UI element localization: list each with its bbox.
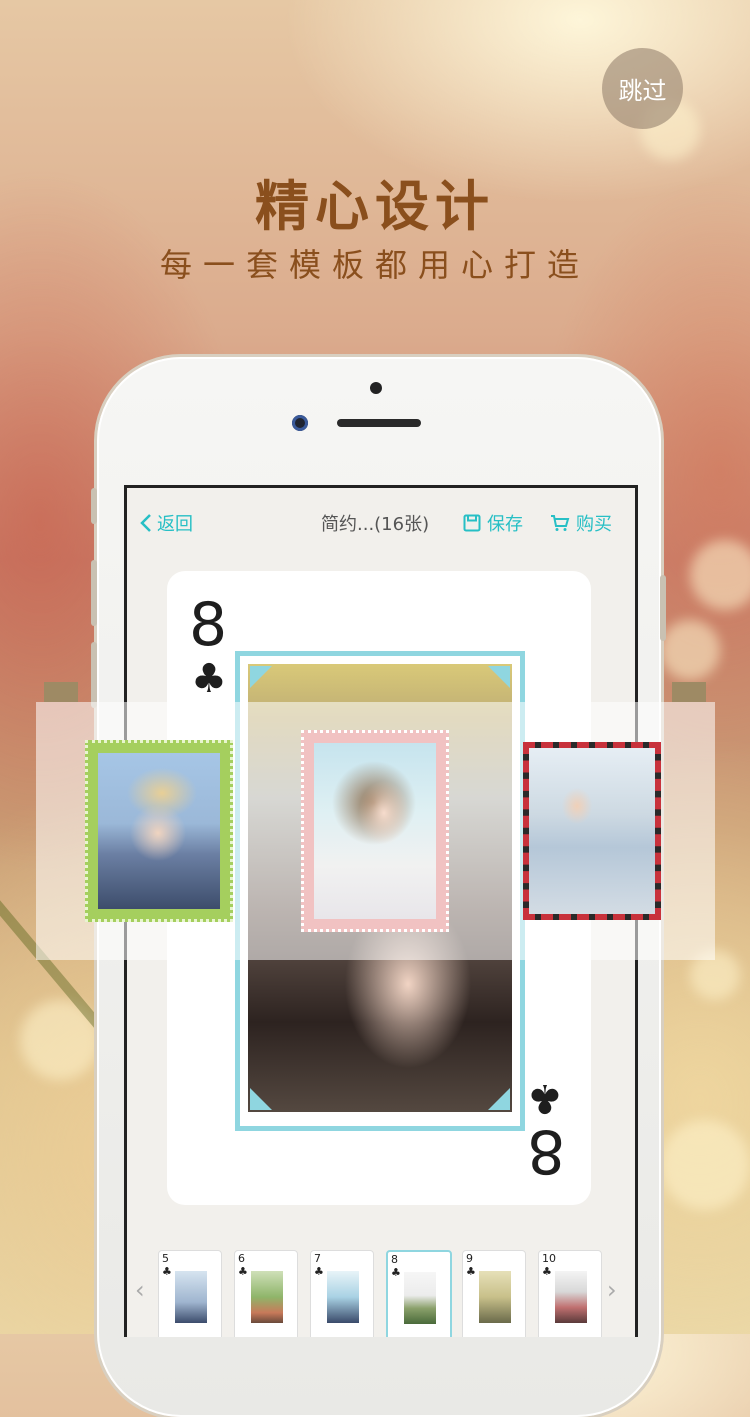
card-suit-bottom: ♣: [527, 1075, 563, 1121]
phone-camera: [370, 382, 382, 394]
save-button[interactable]: 保存: [463, 510, 523, 536]
chevron-left-icon[interactable]: ‹: [135, 1276, 145, 1304]
thumbnail-rank: 5: [162, 1252, 169, 1265]
bokeh-light: [660, 1120, 750, 1210]
thumbnail-suit: ♣: [391, 1266, 401, 1279]
buy-label: 购买: [576, 514, 612, 535]
card-thumbnail[interactable]: 6 ♣: [234, 1250, 298, 1337]
skip-button[interactable]: 跳过: [602, 48, 683, 129]
card-thumbnail[interactable]: 9 ♣: [462, 1250, 526, 1337]
template-title: 简约...(16张): [321, 514, 430, 535]
card-rank-bottom: 8: [527, 1116, 566, 1186]
thumbnail-suit: ♣: [314, 1265, 324, 1278]
headline: 精心设计: [255, 175, 495, 238]
buy-button[interactable]: 购买: [550, 510, 612, 536]
thumbnail-rank: 9: [466, 1252, 473, 1265]
thumbnail-suit: ♣: [466, 1265, 476, 1278]
app-navbar: 返回 简约...(16张) 保存 购买: [127, 488, 635, 558]
thumbnail-photo: [404, 1272, 436, 1324]
thumbnail-photo: [251, 1271, 283, 1323]
back-button[interactable]: 返回: [139, 510, 193, 536]
chevron-left-icon: [140, 514, 151, 532]
band-flap: [672, 682, 706, 702]
card-thumbnail[interactable]: 5 ♣: [158, 1250, 222, 1337]
thumbnail-photo: [175, 1271, 207, 1323]
card-thumbnail[interactable]: 8 ♣: [386, 1250, 452, 1337]
phone-volume-button: [91, 560, 97, 626]
thumbnail-photo: [555, 1271, 587, 1323]
thumbnail-rank: 6: [238, 1252, 245, 1265]
thumbnail-rank: 7: [314, 1252, 321, 1265]
floppy-icon: [463, 514, 481, 532]
thumbnail-rank: 10: [542, 1252, 556, 1265]
card-thumbnail[interactable]: 7 ♣: [310, 1250, 374, 1337]
phone-front-sensor: [292, 415, 308, 431]
cart-icon: [551, 515, 570, 531]
frame-option-airmail[interactable]: [523, 742, 661, 920]
card-thumbnail[interactable]: 10 ♣: [538, 1250, 602, 1337]
card-rank-top: 8: [189, 590, 228, 660]
save-label: 保存: [487, 514, 523, 535]
thumbnail-suit: ♣: [162, 1265, 172, 1278]
phone-volume-button: [91, 642, 97, 708]
frame-corner: [488, 1088, 510, 1110]
frame-photo: [529, 748, 655, 914]
bokeh-light: [660, 620, 720, 680]
phone-power-button: [660, 575, 666, 641]
phone-speaker: [337, 419, 421, 427]
frame-photo: [314, 743, 436, 919]
phone-volume-button: [91, 488, 97, 524]
thumbnail-photo: [479, 1271, 511, 1323]
chevron-right-icon[interactable]: ›: [607, 1276, 617, 1304]
thumbnail-suit: ♣: [238, 1265, 248, 1278]
thumbnail-rank: 8: [391, 1253, 398, 1266]
frame-option-stamp-green[interactable]: [85, 740, 233, 922]
frame-photo: [98, 753, 220, 909]
band-flap: [44, 682, 78, 702]
frame-corner: [488, 666, 510, 688]
card-thumbnail-strip: ‹ 5 ♣ 6 ♣ 7 ♣ 8 ♣ 9 ♣ 10 ♣ ›: [127, 1246, 635, 1337]
card-suit-top: ♣: [191, 656, 227, 702]
frame-corner: [250, 1088, 272, 1110]
thumbnail-suit: ♣: [542, 1265, 552, 1278]
subheadline: 每一套模板都用心打造: [159, 246, 590, 284]
bokeh-light: [690, 540, 750, 610]
thumbnail-photo: [327, 1271, 359, 1323]
back-label: 返回: [157, 514, 193, 535]
frame-corner: [250, 666, 272, 688]
frame-option-stamp-pink[interactable]: [301, 730, 449, 932]
